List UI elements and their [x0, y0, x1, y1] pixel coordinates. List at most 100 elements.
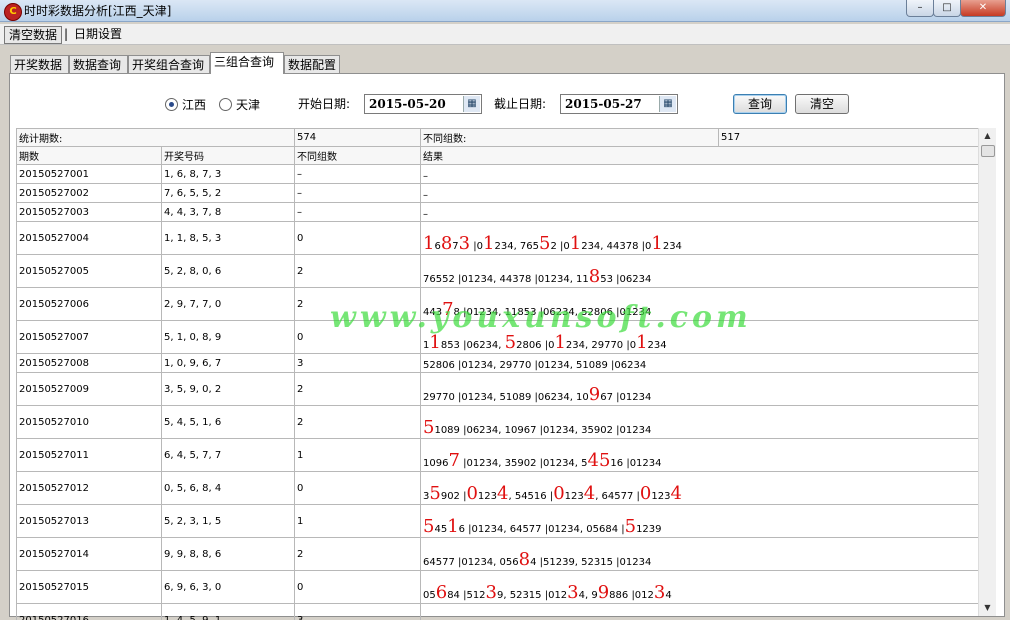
calendar-icon[interactable]: ▦ — [659, 96, 676, 112]
result-cell: 29770 |01234, 51089 |06234, 10967 |01234 — [420, 372, 978, 406]
highlight-digit: 9 — [588, 384, 601, 405]
table-row[interactable]: 20150527011 6, 4, 5, 7, 7 1 10967 |01234, 3… — [16, 438, 978, 472]
table-row[interactable]: 201505270161, 4, 5, 9, 1352315 |01234, 9… — [16, 603, 978, 620]
diff-groups-cell: 3 — [294, 603, 421, 620]
scroll-up-icon[interactable]: ▲ — [979, 128, 996, 144]
result-cell: 51089 |06234, 10967 |01234, 35902 |01234 — [420, 405, 978, 439]
radio-jiangxi[interactable]: 江西 — [165, 97, 206, 113]
highlight-digit: 0 — [553, 483, 565, 504]
result-cell: 64577 |01234, 05684 |51239, 52315 |01234 — [420, 537, 978, 571]
table-row[interactable]: 20150527010 5, 4, 5, 1, 6 2 51089 |06234, 1… — [16, 405, 978, 439]
calendar-icon[interactable]: ▦ — [463, 96, 480, 112]
table-row[interactable]: 20150527006 2, 9, 7, 7, 0 2 44378 |01234, 1… — [16, 287, 978, 321]
table-row[interactable]: 20150527013 5, 2, 3, 1, 5 1 54516 |01234, 6… — [16, 504, 978, 538]
highlight-digit: 1 — [429, 332, 441, 353]
diff-groups-cell: 0 — [294, 570, 421, 604]
query-button[interactable]: 查询 — [733, 94, 787, 114]
header-row: 期数 开奖号码 不同组数 结果 — [16, 146, 978, 165]
highlight-digit: 4 — [670, 483, 682, 504]
table-row[interactable]: 20150527015 6, 9, 6, 3, 0 0 05684 |51239, 5… — [16, 570, 978, 604]
close-button[interactable]: ✕ — [960, 0, 1006, 17]
table-row[interactable]: 20150527012 0, 5, 6, 8, 4 0 35902 |01234, 5… — [16, 471, 978, 505]
number-cell: 1, 6, 8, 7, 3 — [161, 164, 295, 184]
header-period: 期数 — [16, 146, 162, 165]
highlight-digit: 0 — [466, 483, 478, 504]
number-cell: 0, 5, 6, 8, 4 — [161, 471, 295, 505]
result-text: 16 |01234 — [610, 458, 662, 469]
number-cell: 5, 4, 5, 1, 6 — [161, 405, 295, 439]
vertical-scrollbar[interactable]: ▲ ▼ — [978, 128, 996, 616]
result-text: 443 — [423, 307, 443, 318]
table-row[interactable]: 20150527004 1, 1, 8, 5, 3 0 16873 |01234, 7… — [16, 221, 978, 255]
menu-date-settings[interactable]: 日期设置 — [70, 26, 126, 42]
tab-three-combo-query[interactable]: 三组合查询 — [210, 52, 284, 74]
radio-jiangxi-label: 江西 — [182, 98, 207, 112]
table-row[interactable]: 20150527014 9, 9, 8, 8, 6 2 64577 |01234, 0… — [16, 537, 978, 571]
highlight-digit: 1 — [554, 332, 566, 353]
diff-groups-cell: 0 — [294, 471, 421, 505]
tab-combo-query[interactable]: 开奖组合查询 — [128, 55, 210, 73]
table-row[interactable]: 20150527003 4, 4, 3, 7, 8– – — [16, 202, 978, 222]
minimize-button[interactable]: – — [906, 0, 934, 17]
result-text: – — [423, 190, 428, 201]
radio-tianjin[interactable]: 天津 — [219, 97, 260, 113]
period-cell: 20150527014 — [16, 537, 162, 571]
scroll-down-icon[interactable]: ▼ — [979, 600, 996, 616]
result-text: 1096 — [423, 458, 449, 469]
period-cell: 20150527003 — [16, 202, 162, 222]
period-cell: 20150527007 — [16, 320, 162, 354]
result-cell: – — [420, 202, 978, 222]
highlight-digit: 4 — [583, 483, 596, 504]
menu-separator: | — [64, 27, 69, 41]
diff-groups-cell: – — [294, 202, 421, 222]
table-row[interactable]: 20150527008 1, 0, 9, 6, 7 3 52806 |01234, 2… — [16, 353, 978, 373]
periods-label: 统计期数: — [16, 128, 295, 147]
result-table: 统计期数: 574 不同组数: 517 期数 开奖号码 不同组数 结果 2015… — [16, 128, 978, 620]
highlight-digit: 5 — [624, 516, 637, 537]
diff-groups-cell: 2 — [294, 254, 421, 288]
result-text: 2806 |0 — [516, 340, 555, 351]
summary-row: 统计期数: 574 不同组数: 517 — [16, 128, 978, 147]
maximize-button[interactable]: □ — [933, 0, 961, 17]
result-grid[interactable]: 统计期数: 574 不同组数: 517 期数 开奖号码 不同组数 结果 2015… — [16, 128, 978, 620]
result-text: 64577 |01234, 056 — [423, 557, 519, 568]
number-cell: 2, 9, 7, 7, 0 — [161, 287, 295, 321]
start-date-picker[interactable]: 2015-05-20 ▦ — [364, 94, 482, 114]
result-cell: – — [420, 183, 978, 203]
result-cell: 76552 |01234, 44378 |01234, 11853 |06234 — [420, 254, 978, 288]
table-row[interactable]: 20150527001 1, 6, 8, 7, 3– – — [16, 164, 978, 184]
menu-clear-data[interactable]: 清空数据 — [4, 26, 63, 44]
result-text: 902 | — [440, 491, 467, 502]
end-date-picker[interactable]: 2015-05-27 ▦ — [560, 94, 678, 114]
highlight-digit: 3 — [485, 582, 497, 603]
period-cell: 20150527012 — [16, 471, 162, 505]
menu-bar: 清空数据 | 日期设置 — [0, 24, 1010, 45]
highlight-digit: 5 — [539, 233, 551, 254]
result-text: 8 |01234, 11853 |06234, 52806 |01234 — [453, 307, 652, 318]
clear-button[interactable]: 清空 — [795, 94, 849, 114]
highlight-digit: 7 — [448, 450, 460, 471]
result-text: 234 — [662, 241, 682, 252]
diff-groups-cell: – — [294, 183, 421, 203]
diff-groups-cell: 2 — [294, 372, 421, 406]
highlight-digit: 5 — [423, 516, 435, 537]
result-text: 853 |06234, — [440, 340, 505, 351]
tab-draw-data[interactable]: 开奖数据 — [10, 55, 69, 73]
result-text: 2 |0 — [550, 241, 570, 252]
table-row[interactable]: 20150527007 5, 1, 0, 8, 9 0 11853 |06234, 5… — [16, 320, 978, 354]
tab-data-query[interactable]: 数据查询 — [69, 55, 128, 73]
tab-data-config[interactable]: 数据配置 — [284, 55, 340, 73]
highlight-digit: 8 — [440, 233, 453, 254]
table-row[interactable]: 20150527005 5, 2, 8, 0, 6 2 76552 |01234, 4… — [16, 254, 978, 288]
table-row[interactable]: 20150527009 3, 5, 9, 0, 2 2 29770 |01234, 5… — [16, 372, 978, 406]
table-row[interactable]: 20150527002 7, 6, 5, 5, 2– – — [16, 183, 978, 203]
result-text: 05 — [423, 590, 436, 601]
scroll-thumb[interactable] — [981, 145, 995, 157]
period-cell: 20150527006 — [16, 287, 162, 321]
header-number: 开奖号码 — [161, 146, 295, 165]
diff-groups-cell: 2 — [294, 405, 421, 439]
highlight-digit: 5 — [423, 417, 435, 438]
result-text: 234, 765 — [494, 241, 540, 252]
period-cell: 20150527001 — [16, 164, 162, 184]
result-cell: 05684 |51239, 52315 |01234, 99886 |01234 — [420, 570, 978, 604]
